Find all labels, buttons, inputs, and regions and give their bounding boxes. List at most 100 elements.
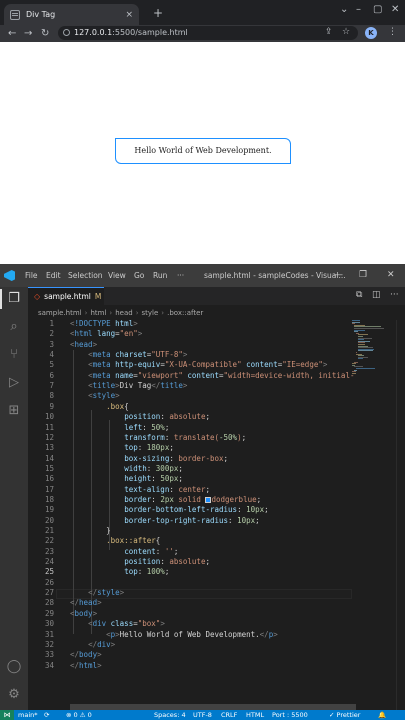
prettier-status[interactable]: ✓ Prettier bbox=[329, 711, 360, 719]
code-line[interactable]: <style> bbox=[70, 391, 120, 400]
encoding-status[interactable]: UTF-8 bbox=[193, 711, 212, 719]
breadcrumb-html[interactable]: html bbox=[90, 309, 106, 317]
extensions-icon[interactable]: ⊞ bbox=[6, 403, 22, 419]
line-number: 12 bbox=[44, 432, 54, 442]
minimize-icon[interactable]: – bbox=[356, 4, 361, 15]
menu-selection[interactable]: Selection bbox=[68, 271, 103, 280]
run-debug-icon[interactable]: ▷ bbox=[6, 375, 22, 391]
new-tab-button[interactable]: + bbox=[153, 6, 163, 20]
code-line[interactable]: </style> bbox=[70, 588, 124, 597]
split-editor-icon[interactable]: ◫ bbox=[372, 290, 381, 300]
restore-icon[interactable]: ❐ bbox=[359, 270, 367, 280]
close-tab-icon[interactable]: × bbox=[125, 10, 133, 20]
breadcrumb-file[interactable]: sample.html bbox=[38, 309, 82, 317]
code-line[interactable]: </head> bbox=[70, 598, 102, 607]
address-path: :5500/sample.html bbox=[112, 28, 188, 37]
code-line[interactable]: <body> bbox=[70, 609, 97, 618]
forward-arrow-icon[interactable]: → bbox=[24, 25, 32, 42]
code-line[interactable]: border-bottom-left-radius: 10px; bbox=[70, 505, 269, 514]
code-line[interactable]: left: 50%; bbox=[70, 423, 169, 432]
breadcrumb-selector[interactable]: .box::after bbox=[167, 309, 203, 317]
line-number: 10 bbox=[44, 412, 54, 422]
code-line[interactable]: <title>Div Tag</title> bbox=[70, 381, 187, 390]
chevron-down-icon[interactable]: ⌄ bbox=[340, 4, 348, 15]
code-line[interactable]: text-align: center; bbox=[70, 485, 210, 494]
code-line[interactable]: <html lang="en"> bbox=[70, 329, 142, 338]
breadcrumb-style[interactable]: style bbox=[142, 309, 159, 317]
code-line[interactable]: border: 2px solid dodgerblue; bbox=[70, 495, 261, 504]
code-line[interactable]: transform: translate(-50%); bbox=[70, 433, 246, 442]
branch-status[interactable]: main* bbox=[18, 711, 38, 719]
source-diff-icon[interactable]: ⧉ bbox=[356, 290, 362, 300]
site-info-icon[interactable] bbox=[63, 29, 70, 36]
code-line[interactable]: height: 50px; bbox=[70, 474, 183, 483]
menu-view[interactable]: View bbox=[108, 271, 126, 280]
code-line[interactable]: position: absolute; bbox=[70, 557, 210, 566]
sync-icon[interactable]: ⟳ bbox=[44, 711, 49, 719]
line-number: 13 bbox=[44, 443, 54, 453]
profile-avatar[interactable]: K bbox=[365, 27, 377, 39]
minimize-icon[interactable]: — bbox=[334, 270, 343, 280]
language-status[interactable]: HTML bbox=[246, 711, 264, 719]
line-number: 21 bbox=[44, 526, 54, 535]
code-line[interactable]: width: 300px; bbox=[70, 464, 183, 473]
back-arrow-icon[interactable]: ← bbox=[8, 25, 16, 42]
close-window-icon[interactable]: ✕ bbox=[387, 270, 395, 280]
code-line[interactable]: <head> bbox=[70, 340, 97, 349]
chevron-right-icon: › bbox=[84, 308, 88, 317]
editor-tab-filename: sample.html bbox=[44, 292, 91, 301]
indentation-status[interactable]: Spaces: 4 bbox=[154, 711, 186, 719]
menu-more[interactable]: ··· bbox=[177, 271, 184, 280]
code-line[interactable]: <meta http-equiv="X-UA-Compatible" conte… bbox=[70, 360, 327, 369]
account-icon[interactable]: ◯ bbox=[6, 659, 22, 675]
code-line[interactable]: content: ''; bbox=[70, 547, 178, 556]
vertical-scrollbar[interactable] bbox=[396, 320, 404, 710]
reload-icon[interactable]: ↻ bbox=[41, 25, 49, 42]
code-line[interactable]: </body> bbox=[70, 650, 102, 659]
code-line[interactable]: top: 180px; bbox=[70, 443, 174, 452]
search-icon[interactable]: ⌕ bbox=[6, 319, 22, 335]
html-file-icon: ◇ bbox=[34, 292, 41, 301]
line-number: 27 bbox=[44, 588, 54, 598]
code-line[interactable]: </div> bbox=[70, 640, 115, 649]
code-line[interactable]: box-sizing: border-box; bbox=[70, 454, 228, 463]
code-line[interactable]: } bbox=[70, 526, 111, 535]
window-title: sample.html - sampleCodes - Visual... bbox=[204, 271, 346, 280]
more-actions-icon[interactable]: ··· bbox=[390, 290, 399, 300]
minimap[interactable] bbox=[352, 320, 394, 380]
gear-icon[interactable]: ⚙ bbox=[6, 687, 22, 703]
line-number: 19 bbox=[44, 505, 54, 515]
share-icon[interactable]: ⇪ bbox=[325, 27, 333, 37]
editor-tab-sample-html[interactable]: ◇ sample.html M bbox=[28, 287, 104, 305]
remote-icon[interactable]: ⋈ bbox=[0, 710, 14, 720]
source-control-icon[interactable]: ⑂ bbox=[6, 347, 22, 363]
browser-tab[interactable]: Div Tag × bbox=[4, 4, 139, 25]
menu-edit[interactable]: Edit bbox=[46, 271, 61, 280]
browser-menu-icon[interactable]: ⋮ bbox=[388, 27, 397, 37]
maximize-icon[interactable]: ▢ bbox=[373, 4, 382, 15]
code-line[interactable]: <meta charset="UTF-8"> bbox=[70, 350, 187, 359]
menu-go[interactable]: Go bbox=[134, 271, 144, 280]
live-server-port-status[interactable]: Port : 5500 bbox=[272, 711, 308, 719]
code-line[interactable]: <div class="box"> bbox=[70, 619, 165, 628]
code-line[interactable]: .box{ bbox=[70, 402, 129, 411]
bookmark-star-icon[interactable]: ☆ bbox=[342, 27, 350, 37]
code-line[interactable]: <!DOCTYPE html> bbox=[70, 319, 138, 328]
menu-run[interactable]: Run bbox=[153, 271, 167, 280]
problems-status[interactable]: ⊗ 0 ⚠ 0 bbox=[66, 711, 92, 719]
explorer-icon[interactable]: ❐ bbox=[6, 291, 22, 307]
code-line[interactable]: <p>Hello World of Web Development.</p> bbox=[70, 630, 278, 639]
eol-status[interactable]: CRLF bbox=[221, 711, 237, 719]
close-window-icon[interactable]: ✕ bbox=[391, 4, 399, 15]
code-line[interactable]: position: absolute; bbox=[70, 412, 210, 421]
notifications-icon[interactable]: 🔔 bbox=[378, 711, 386, 719]
code-line[interactable]: .box::after{ bbox=[70, 536, 160, 545]
menu-file[interactable]: File bbox=[25, 271, 38, 280]
address-bar[interactable]: 127.0.0.1:5500/sample.html bbox=[58, 26, 358, 40]
code-line[interactable]: border-top-right-radius: 10px; bbox=[70, 516, 259, 525]
breadcrumb-head[interactable]: head bbox=[115, 309, 132, 317]
rendered-box-text: Hello World of Web Development. bbox=[134, 146, 272, 155]
code-line[interactable]: <meta name="viewport" content="width=dev… bbox=[70, 371, 354, 380]
code-line[interactable]: </html> bbox=[70, 661, 102, 670]
code-line[interactable]: top: 100%; bbox=[70, 567, 169, 576]
